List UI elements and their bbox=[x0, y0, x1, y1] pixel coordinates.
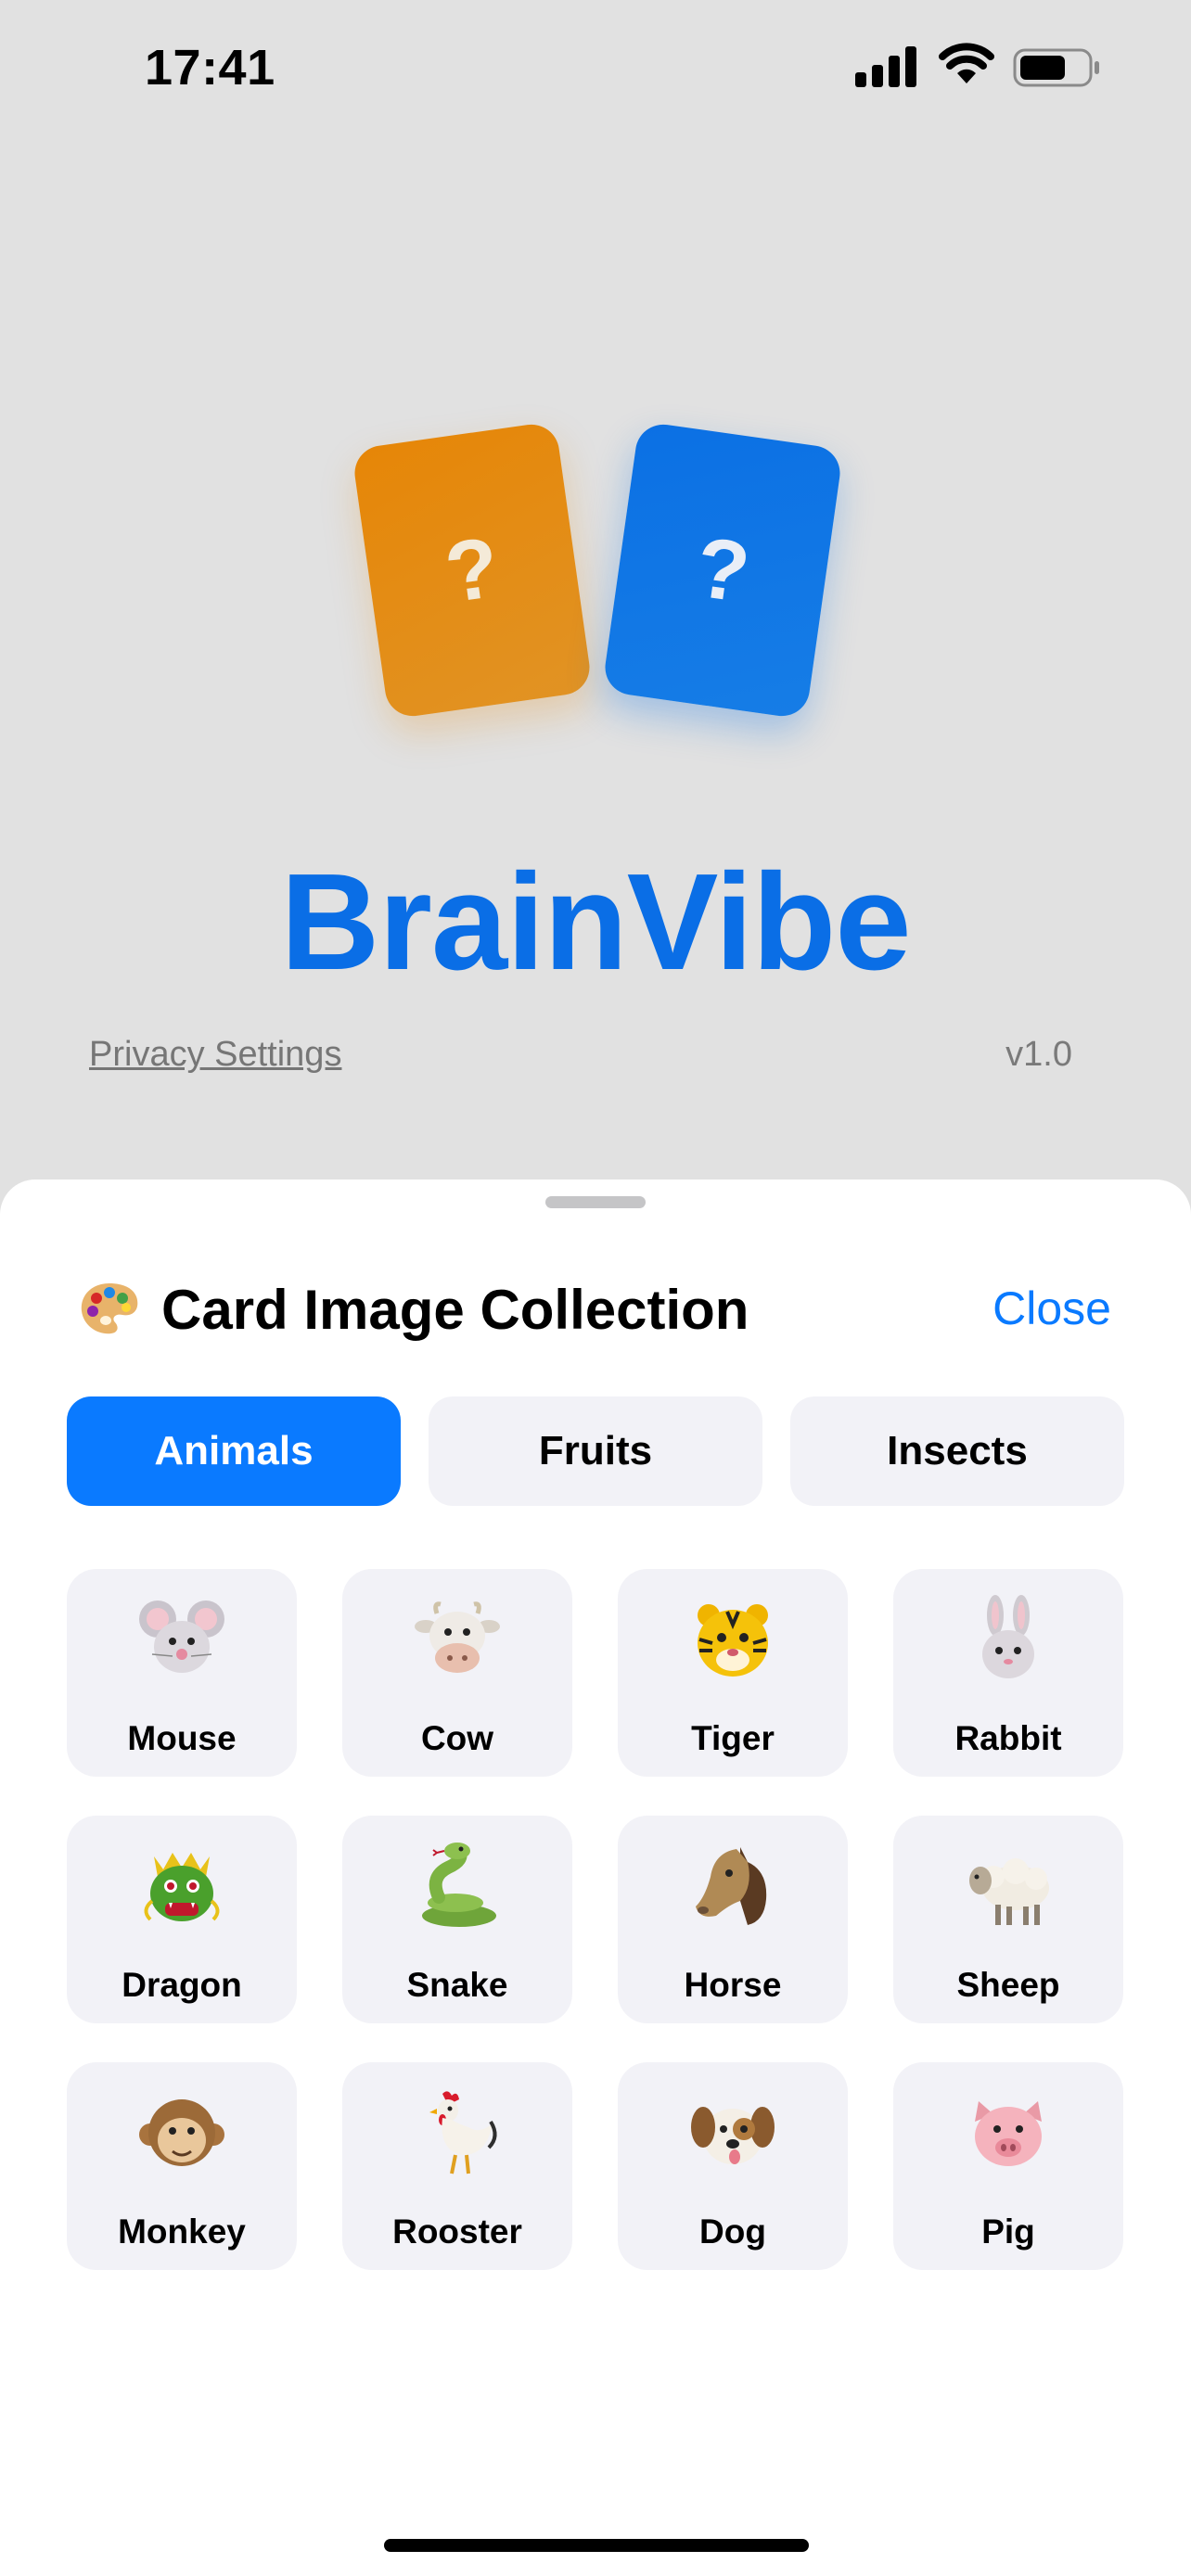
tab-insects[interactable]: Insects bbox=[790, 1396, 1124, 1506]
tab-animals[interactable]: Animals bbox=[67, 1396, 401, 1506]
tab-fruits[interactable]: Fruits bbox=[429, 1396, 762, 1506]
animal-tile-monkey[interactable]: Monkey bbox=[67, 2062, 297, 2270]
app-title: BrainVibe bbox=[280, 846, 911, 999]
animal-label: Snake bbox=[406, 1966, 508, 2004]
pig-icon bbox=[975, 2101, 1042, 2166]
animal-label: Monkey bbox=[118, 2213, 246, 2251]
animal-tile-dragon[interactable]: Dragon bbox=[67, 1816, 297, 2023]
cellular-signal-icon bbox=[855, 46, 916, 87]
animal-label: Tiger bbox=[691, 1719, 775, 1757]
animal-tile-dog[interactable]: Dog bbox=[618, 2062, 848, 2270]
mouse-icon bbox=[139, 1600, 224, 1673]
animal-tile-horse[interactable]: Horse bbox=[618, 1816, 848, 2023]
animal-tile-rabbit[interactable]: Rabbit bbox=[893, 1569, 1123, 1777]
animal-tile-rooster[interactable]: Rooster bbox=[342, 2062, 572, 2270]
snake-icon bbox=[422, 1843, 496, 1927]
cow-icon bbox=[415, 1601, 500, 1673]
rabbit-icon bbox=[982, 1595, 1034, 1678]
privacy-settings-link[interactable]: Privacy Settings bbox=[89, 1035, 341, 1075]
category-tabs: Animals Fruits Insects bbox=[67, 1396, 1124, 1506]
animal-label: Cow bbox=[420, 1719, 494, 1757]
animal-tile-tiger[interactable]: Tiger bbox=[618, 1569, 848, 1777]
tiger-icon bbox=[698, 1604, 768, 1677]
orange-question-card: ? bbox=[351, 420, 594, 721]
animal-tile-mouse[interactable]: Mouse bbox=[67, 1569, 297, 1777]
horse-icon bbox=[696, 1847, 767, 1925]
wifi-icon bbox=[939, 43, 994, 83]
status-time: 17:41 bbox=[145, 40, 275, 96]
sheet-title: Card Image Collection bbox=[161, 1279, 749, 1341]
animal-label: Dragon bbox=[122, 1966, 242, 2004]
rooster-icon bbox=[429, 2091, 497, 2174]
sheep-icon bbox=[969, 1858, 1049, 1925]
animal-label: Horse bbox=[684, 1966, 782, 2004]
close-button[interactable]: Close bbox=[992, 1282, 1111, 1335]
artist-palette-icon bbox=[81, 1283, 138, 1334]
animal-tile-snake[interactable]: Snake bbox=[342, 1816, 572, 2023]
animal-tile-pig[interactable]: Pig bbox=[893, 2062, 1123, 2270]
blue-question-card: ? bbox=[601, 420, 844, 721]
sheet-header: Card Image Collection Close bbox=[78, 1272, 1117, 1346]
animal-label: Rooster bbox=[392, 2213, 522, 2251]
dog-icon bbox=[691, 2107, 775, 2164]
monkey-icon bbox=[139, 2099, 224, 2166]
dragon-icon bbox=[144, 1853, 220, 1921]
card-image-collection-sheet: Card Image Collection Close Animals Frui… bbox=[0, 1180, 1191, 2576]
status-bar: 17:41 bbox=[0, 0, 1191, 139]
logo-cards: ? ? bbox=[0, 389, 1191, 760]
animal-label: Pig bbox=[981, 2213, 1035, 2251]
animal-tile-cow[interactable]: Cow bbox=[342, 1569, 572, 1777]
sheet-grabber[interactable] bbox=[545, 1196, 646, 1208]
version-label: v1.0 bbox=[1005, 1035, 1072, 1074]
animal-label: Dog bbox=[699, 2213, 766, 2251]
animal-label: Mouse bbox=[127, 1719, 237, 1757]
animal-tile-sheep[interactable]: Sheep bbox=[893, 1816, 1123, 2023]
animal-label: Rabbit bbox=[954, 1719, 1062, 1757]
home-indicator[interactable] bbox=[384, 2539, 809, 2552]
animal-label: Sheep bbox=[956, 1966, 1060, 2004]
battery-icon bbox=[1013, 48, 1099, 87]
